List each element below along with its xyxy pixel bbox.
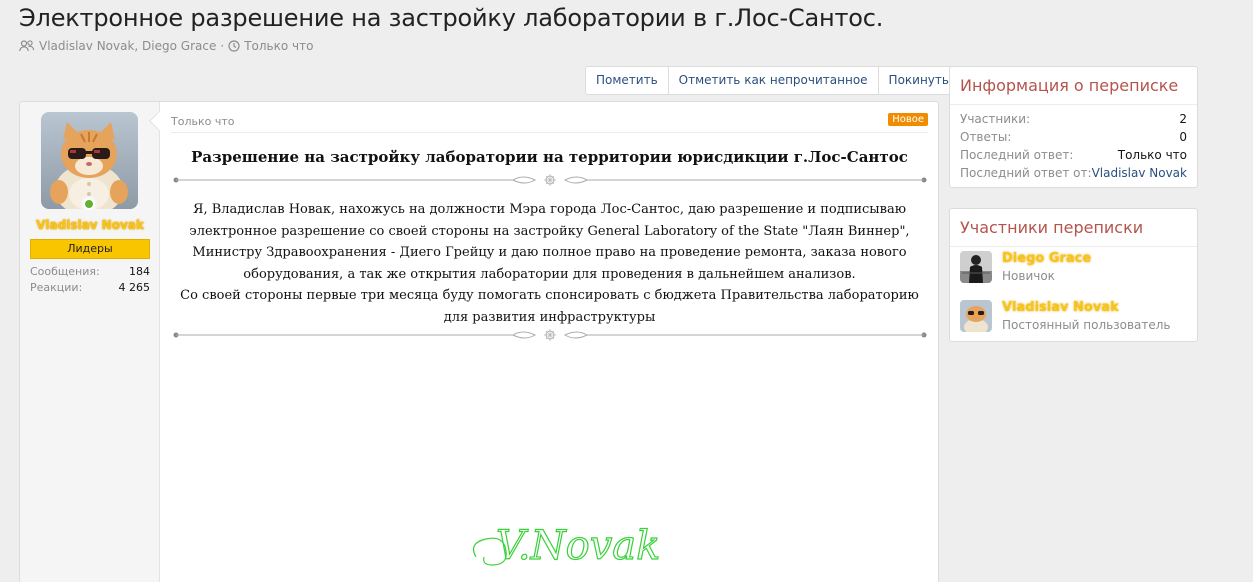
info-row-last-reply: Последний ответ: Только что [960,148,1187,162]
message-body: Только что Новое Разрешение на застройку… [161,102,938,582]
member-item: Vladislav Novak Постоянный пользователь [960,300,1187,336]
meta-separator: · [220,39,225,53]
post-author-name[interactable]: Vladislav Novak [20,218,160,232]
signature-text: V.Novak [496,523,660,569]
member-role: Новичок [1002,269,1055,283]
user-title-badge: Лидеры [30,239,150,259]
mark-button[interactable]: Пометить [586,67,669,94]
ornament-divider-icon [173,174,927,186]
document-text: Я, Владислав Новак, нахожусь на должност… [171,199,928,329]
reactions-value[interactable]: 4 265 [119,281,151,294]
member-avatar[interactable] [960,251,992,283]
message-post: Vladislav Novak Лидеры Сообщения: 184 Ре… [19,101,939,582]
clock-icon [228,40,240,52]
signature-image: V.Novak [473,522,661,570]
reactions-stat: Реакции: 4 265 [30,281,150,294]
info-row-last-reply-from: Последний ответ от: Vladislav Novak [960,166,1187,180]
leave-button[interactable]: Покинуть [879,67,959,94]
post-time[interactable]: Только что [171,115,234,128]
info-label: Последний ответ от: [960,166,1092,180]
member-item: Diego Grace Новичок [960,251,1187,287]
info-row-replies: Ответы: 0 [960,130,1187,144]
document-paragraph: электронное разрешение со своей стороны … [189,223,910,239]
info-label: Участники: [960,112,1031,126]
member-avatar[interactable] [960,300,992,332]
thread-info-title: Информация о переписке [960,76,1179,95]
document-paragraph: Я, Владислав Новак, нахожусь на должност… [192,202,907,217]
ornament-divider-icon [173,329,927,341]
document-paragraph: оборудования, а так же открытия лаборато… [243,266,856,282]
info-row-participants: Участники: 2 [960,112,1187,126]
thread-meta: Vladislav Novak, Diego Grace · Только чт… [19,39,313,53]
document-paragraph: Со своей стороны первые три месяца буду … [180,288,919,304]
info-value: 0 [1179,130,1187,144]
page-title: Электронное разрешение на застройку лабо… [19,4,884,32]
thread-info-block: Информация о переписке Участники: 2 Отве… [949,66,1198,188]
last-reply-user-link[interactable]: Vladislav Novak [1092,166,1187,180]
info-label: Последний ответ: [960,148,1074,162]
member-name-link[interactable]: Diego Grace [1002,251,1091,266]
thread-members-title: Участники переписки [960,218,1144,237]
document-title: Разрешение на застройку лаборатории на т… [191,148,908,166]
messages-value[interactable]: 184 [129,265,150,278]
messages-label: Сообщения: [30,265,100,278]
member-name-link[interactable]: Vladislav Novak [1002,300,1119,315]
block-divider [950,246,1197,247]
mark-unread-button[interactable]: Отметить как непрочитанное [669,67,879,94]
info-label: Ответы: [960,130,1012,144]
reactions-label: Реакции: [30,281,83,294]
block-divider [950,104,1197,105]
new-badge: Новое [888,113,928,126]
header-divider [171,132,928,133]
message-user-column: Vladislav Novak Лидеры Сообщения: 184 Ре… [20,102,160,582]
users-icon [19,40,35,52]
info-value[interactable]: Только что [1118,148,1187,162]
online-status-icon [81,196,97,212]
thread-time[interactable]: Только что [244,39,313,53]
thread-action-bar: Пометить Отметить как непрочитанное Поки… [585,66,960,95]
messages-stat: Сообщения: 184 [30,265,150,278]
document-paragraph: Министру Здравоохранения - Диего Грейцу … [192,245,907,261]
thread-participants-link[interactable]: Vladislav Novak, Diego Grace [39,39,216,53]
info-value: 2 [1179,112,1187,126]
document-paragraph: для развития инфраструктуры [443,309,656,325]
avatar[interactable] [41,112,138,209]
thread-members-block: Участники переписки Diego Grace Новичок [949,208,1198,342]
member-role: Постоянный пользователь [1002,318,1171,332]
